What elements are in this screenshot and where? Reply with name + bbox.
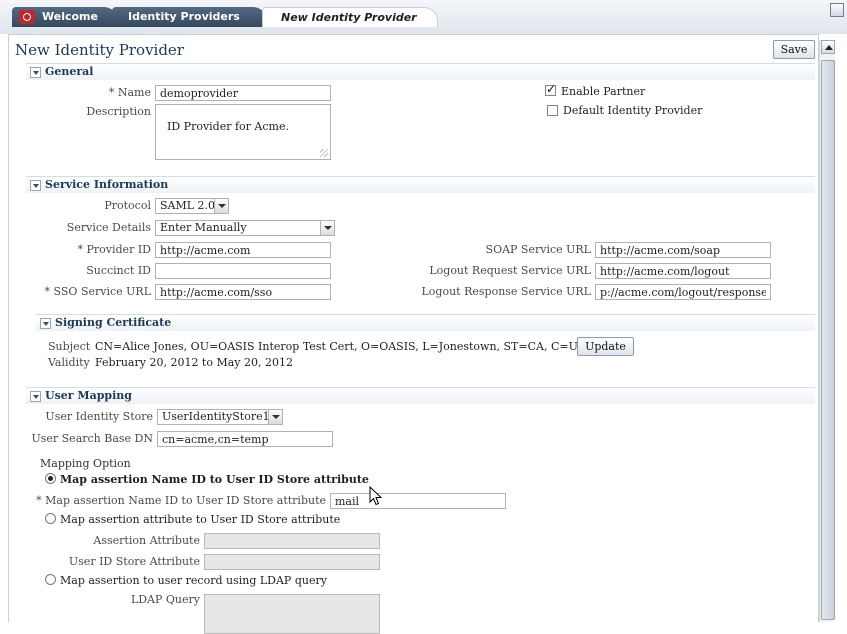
section-mapping-title: User Mapping xyxy=(45,389,132,402)
tab-identity-providers-label: Identity Providers xyxy=(128,10,240,23)
nameid-attr-input[interactable] xyxy=(330,493,506,509)
mapping-option-nameid-radio[interactable] xyxy=(45,473,56,484)
logout-response-url-input[interactable] xyxy=(595,284,771,300)
service-details-value: Enter Manually xyxy=(160,221,247,234)
chevron-down-icon[interactable] xyxy=(268,410,282,424)
ldap-query-label: LDAP Query xyxy=(130,593,200,606)
store-attr-label: User ID Store Attribute xyxy=(68,555,200,568)
collapse-signing-icon[interactable] xyxy=(40,318,51,329)
protocol-label: Protocol xyxy=(104,199,151,212)
enable-partner-checkbox[interactable] xyxy=(545,82,556,96)
default-idp-checkbox[interactable] xyxy=(547,105,558,116)
mapping-option-ldap-radio[interactable] xyxy=(45,574,56,585)
sso-url-label: * SSO Service URL xyxy=(44,285,151,298)
update-button[interactable]: Update xyxy=(577,337,634,356)
section-general-header[interactable]: General xyxy=(26,63,815,80)
validity-label: Validity xyxy=(48,356,90,369)
collapse-mapping-icon[interactable] xyxy=(30,391,41,402)
restore-window-icon[interactable] xyxy=(830,3,844,17)
logout-request-url-input[interactable] xyxy=(595,263,771,279)
chevron-down-icon[interactable] xyxy=(214,199,228,213)
section-service-header[interactable]: Service Information xyxy=(26,176,815,193)
collapse-general-icon[interactable] xyxy=(30,67,41,78)
succinct-id-input[interactable] xyxy=(155,263,331,279)
tab-identity-providers[interactable]: Identity Providers xyxy=(112,7,267,27)
nameid-attr-label: * Map assertion Name ID to User ID Store… xyxy=(36,494,326,507)
name-input[interactable] xyxy=(155,85,331,101)
section-signing-header[interactable]: Signing Certificate xyxy=(36,314,815,331)
service-details-select[interactable]: Enter Manually xyxy=(155,220,335,236)
base-dn-input[interactable] xyxy=(157,431,333,447)
soap-url-input[interactable] xyxy=(595,242,771,258)
mapping-option-attribute-radio[interactable] xyxy=(45,513,56,524)
mapping-option-nameid-label: Map assertion Name ID to User ID Store a… xyxy=(60,473,369,486)
validity-value: February 20, 2012 to May 20, 2012 xyxy=(95,356,293,369)
tab-welcome-label: Welcome xyxy=(42,10,98,23)
save-button[interactable]: Save xyxy=(773,40,815,59)
page-title: New Identity Provider xyxy=(15,41,184,59)
ldap-query-textarea xyxy=(204,594,380,634)
description-label: Description xyxy=(86,105,151,118)
identity-store-value: UserIdentityStore1 xyxy=(162,410,270,423)
identity-store-label: User Identity Store xyxy=(45,410,153,423)
logout-response-url-label: Logout Response Service URL xyxy=(421,285,592,298)
succinct-id-label: Succinct ID xyxy=(86,264,151,277)
name-label: * Name xyxy=(108,86,151,99)
collapse-service-icon[interactable] xyxy=(30,180,41,191)
mapping-option-label: Mapping Option xyxy=(40,457,131,470)
resize-grip-icon[interactable] xyxy=(320,149,328,157)
service-details-label: Service Details xyxy=(66,221,151,234)
assertion-attr-label: Assertion Attribute xyxy=(93,534,200,547)
tab-new-identity-provider-label: New Identity Provider xyxy=(281,11,417,24)
logout-request-url-label: Logout Request Service URL xyxy=(429,264,591,277)
sso-url-input[interactable] xyxy=(155,284,331,300)
description-textarea[interactable]: ID Provider for Acme. xyxy=(155,104,331,160)
section-mapping-header[interactable]: User Mapping xyxy=(26,387,815,404)
required-mark: * xyxy=(108,86,115,99)
mapping-option-attribute-label: Map assertion attribute to User ID Store… xyxy=(60,513,341,526)
protocol-value: SAML 2.0 xyxy=(160,199,216,212)
subject-label: Subject xyxy=(48,340,91,353)
assertion-attr-input xyxy=(204,533,380,549)
subject-value: CN=Alice Jones, OU=OASIS Interop Test Ce… xyxy=(95,340,586,353)
tab-new-identity-provider[interactable]: New Identity Provider xyxy=(262,7,438,27)
vertical-scrollbar[interactable] xyxy=(819,40,835,622)
tab-bar: Welcome Identity Providers New Identity … xyxy=(0,0,847,34)
scroll-up-icon[interactable] xyxy=(821,40,835,54)
base-dn-label: User Search Base DN xyxy=(31,432,153,445)
section-service-title: Service Information xyxy=(45,178,169,191)
section-signing-title: Signing Certificate xyxy=(55,316,172,329)
soap-url-label: SOAP Service URL xyxy=(485,243,591,256)
protocol-select[interactable]: SAML 2.0 xyxy=(155,198,229,214)
scroll-thumb[interactable] xyxy=(821,60,835,620)
provider-id-input[interactable] xyxy=(155,242,331,258)
enable-partner-label: Enable Partner xyxy=(561,85,646,98)
store-attr-input xyxy=(204,554,380,570)
mouse-cursor-icon xyxy=(369,486,383,506)
identity-store-select[interactable]: UserIdentityStore1 xyxy=(157,409,283,425)
mapping-option-ldap-label: Map assertion to user record using LDAP … xyxy=(60,574,327,587)
section-general-title: General xyxy=(45,65,94,78)
default-idp-label: Default Identity Provider xyxy=(563,104,703,117)
oracle-logo-icon xyxy=(19,10,35,24)
chevron-down-icon[interactable] xyxy=(320,221,334,235)
provider-id-label: * Provider ID xyxy=(77,243,152,256)
description-text: ID Provider for Acme. xyxy=(167,120,289,133)
